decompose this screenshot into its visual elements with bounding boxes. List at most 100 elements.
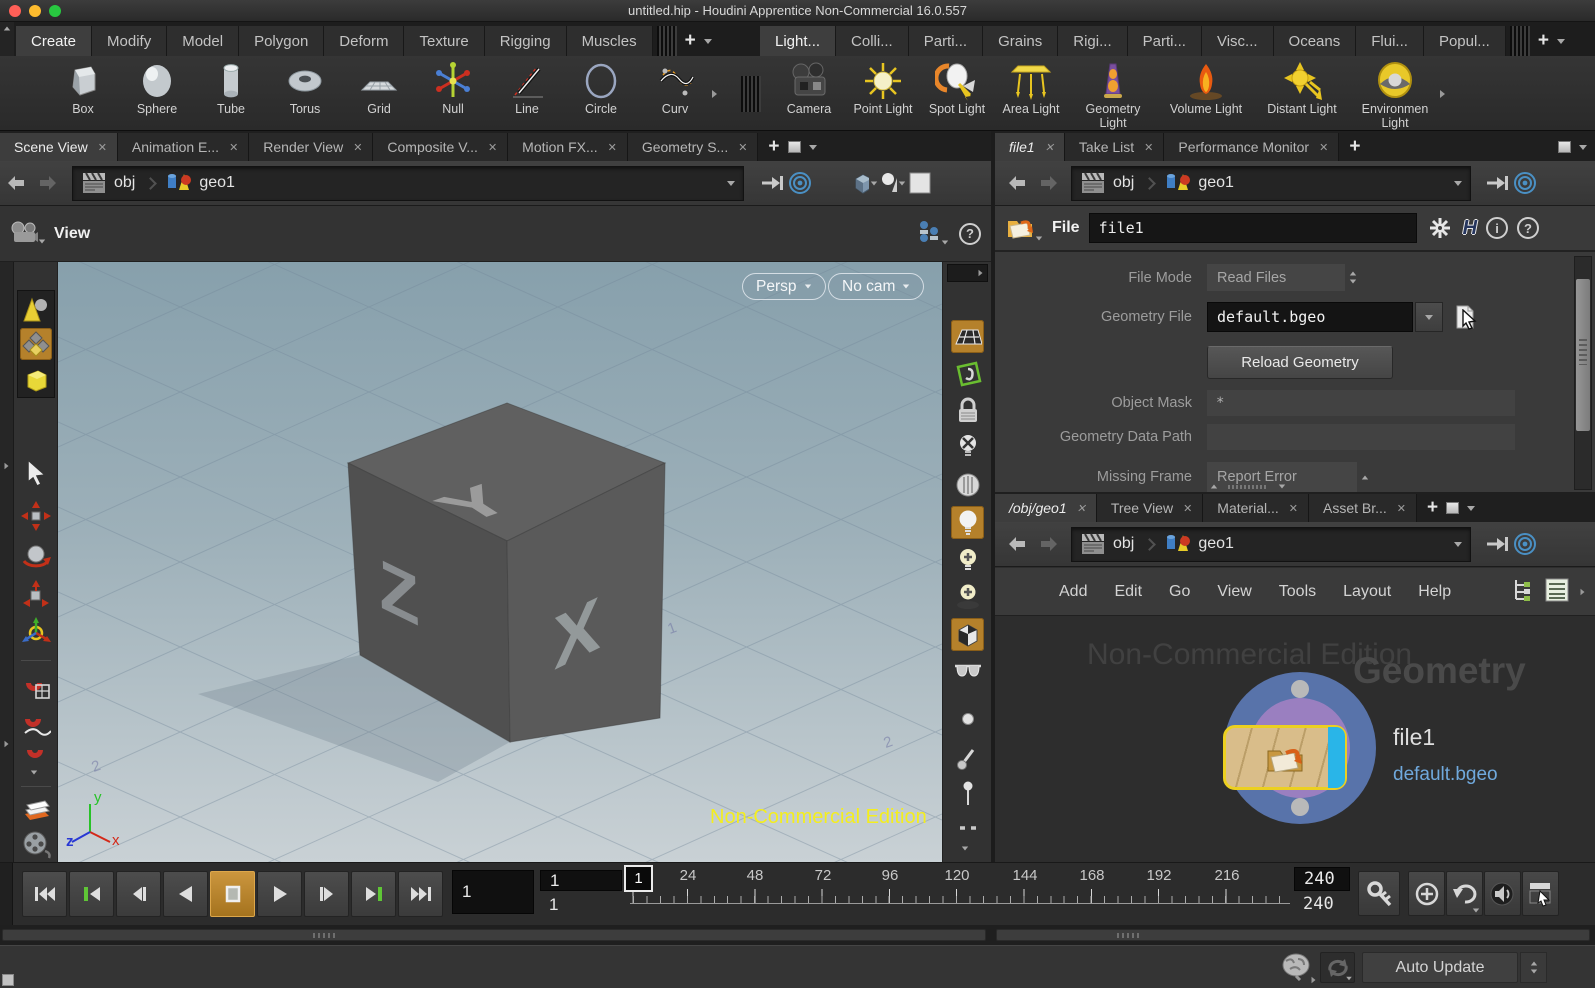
- snap-curve-icon[interactable]: [20, 708, 52, 740]
- geometry-mode-icon[interactable]: [20, 328, 52, 360]
- close-icon[interactable]: ✕: [1183, 502, 1192, 515]
- scale-tool-icon[interactable]: [20, 578, 52, 610]
- help-icon[interactable]: ?: [959, 223, 981, 245]
- go-to-start-button[interactable]: [22, 871, 67, 917]
- view-cube-icon[interactable]: [850, 169, 878, 197]
- shelf-tool-area-light[interactable]: Area Light: [994, 58, 1068, 118]
- dropdown-spinner-icon[interactable]: [1349, 271, 1357, 284]
- collapse-toolbar-icon[interactable]: [951, 812, 984, 845]
- forward-button[interactable]: [1033, 529, 1065, 559]
- follow-selection-icon[interactable]: [786, 169, 814, 197]
- step-forward-button[interactable]: [304, 871, 349, 917]
- toolbar-expand-button[interactable]: [947, 264, 988, 282]
- close-icon[interactable]: ✕: [1397, 502, 1406, 515]
- shelf-tab-create[interactable]: Create: [16, 26, 92, 56]
- add-shelf-tab-button[interactable]: +: [677, 26, 704, 56]
- tab-obj-geo1[interactable]: /obj/geo1✕: [995, 494, 1097, 522]
- shelf-tab-grains[interactable]: Grains: [983, 26, 1058, 56]
- takes-icon[interactable]: [20, 828, 52, 860]
- lock-icon[interactable]: [951, 394, 984, 427]
- shelf-tab-collisions[interactable]: Colli...: [836, 26, 909, 56]
- shelf-tool-volume-light[interactable]: Volume Light: [1158, 58, 1254, 118]
- shelf-tab-polygon[interactable]: Polygon: [239, 26, 324, 56]
- headlight-off-icon[interactable]: [951, 430, 984, 463]
- shelf-tool-environment-light[interactable]: Environmen Light: [1350, 58, 1440, 133]
- pin-icon[interactable]: [758, 169, 786, 197]
- node-flag[interactable]: [1328, 727, 1345, 788]
- close-icon[interactable]: ✕: [1045, 141, 1054, 154]
- shelf-divider[interactable]: [657, 26, 677, 56]
- stop-button[interactable]: [210, 871, 255, 917]
- normal-lighting-icon[interactable]: [951, 506, 984, 539]
- shelf-tool-circle[interactable]: Circle: [564, 58, 638, 118]
- tab-tree-view[interactable]: Tree View✕: [1097, 494, 1203, 522]
- next-keyframe-button[interactable]: [351, 871, 396, 917]
- playhead[interactable]: 1: [624, 865, 653, 892]
- dynamics-mode-icon[interactable]: [20, 363, 52, 395]
- snap-more-icon[interactable]: [20, 742, 52, 766]
- pin-needle-icon[interactable]: [951, 776, 984, 809]
- back-button[interactable]: [1001, 168, 1033, 198]
- network-canvas[interactable]: Non-Commercial Edition Geometry file1 de…: [995, 616, 1595, 862]
- memory-brain-icon[interactable]: [1280, 951, 1314, 984]
- viewer-camera-icon[interactable]: [10, 220, 46, 247]
- scene-breadcrumb[interactable]: obj geo1: [72, 166, 744, 201]
- shelf-menu-caret-right-icon[interactable]: [1557, 39, 1565, 44]
- panel-expander-icon[interactable]: [5, 463, 9, 469]
- breadcrumb-root[interactable]: obj: [1113, 174, 1134, 192]
- translate-tool-icon[interactable]: [20, 500, 52, 532]
- shelf-tool-curve[interactable]: Curv: [638, 58, 712, 118]
- snap-grid-icon[interactable]: [20, 670, 52, 702]
- file1-node[interactable]: [1223, 725, 1347, 790]
- scrollbar-thumb[interactable]: [1576, 279, 1590, 431]
- breadcrumb-caret-icon[interactable]: [727, 181, 735, 186]
- breadcrumb-node[interactable]: geo1: [1198, 174, 1234, 192]
- shelf-divider-right[interactable]: [1510, 26, 1530, 56]
- breadcrumb-caret-icon[interactable]: [1454, 542, 1462, 547]
- minimize-window-button[interactable]: [29, 5, 41, 17]
- network-breadcrumb[interactable]: obj geo1: [1071, 527, 1471, 562]
- memo-icon[interactable]: [20, 794, 52, 826]
- pane-maximize-icon[interactable]: [1558, 141, 1571, 153]
- scoped-channels-button[interactable]: [1408, 871, 1445, 916]
- high-quality-lighting-icon[interactable]: [951, 544, 984, 577]
- close-window-button[interactable]: [9, 5, 21, 17]
- camera-menu-button[interactable]: No cam: [828, 273, 924, 300]
- breadcrumb-root[interactable]: obj: [114, 174, 135, 192]
- help-icon[interactable]: ?: [1517, 217, 1539, 239]
- gear-icon[interactable]: [1426, 214, 1454, 242]
- display-options-icon[interactable]: [951, 656, 984, 689]
- shelf-tool-torus[interactable]: Torus: [268, 58, 342, 118]
- rotate-tool-icon[interactable]: [20, 540, 52, 572]
- fullscreen-window-button[interactable]: [49, 5, 61, 17]
- params-breadcrumb[interactable]: obj geo1: [1071, 166, 1471, 201]
- menu-help[interactable]: Help: [1418, 583, 1451, 601]
- point-marker-icon[interactable]: [951, 702, 984, 735]
- tab-take-list[interactable]: Take List✕: [1065, 133, 1164, 161]
- scrollbar-grip[interactable]: [313, 933, 337, 938]
- menu-tools[interactable]: Tools: [1279, 583, 1316, 601]
- shelf-tool-camera[interactable]: Camera: [772, 58, 846, 118]
- pane-menu-caret-icon[interactable]: [1467, 506, 1475, 511]
- shelf-tab-rigid[interactable]: Rigi...: [1058, 26, 1127, 56]
- shelf-tool-distant-light[interactable]: Distant Light: [1254, 58, 1350, 118]
- breadcrumb-node[interactable]: geo1: [199, 174, 235, 192]
- shelf-tool-geometry-light[interactable]: Geometry Light: [1068, 58, 1158, 133]
- shadows-lighting-icon[interactable]: [951, 580, 984, 613]
- shelf-scroll-icon[interactable]: [4, 27, 10, 31]
- shelf-tool-grid[interactable]: Grid: [342, 58, 416, 118]
- scrollbar-grip[interactable]: [1117, 933, 1141, 938]
- shelf-tab-fluids[interactable]: Flui...: [1356, 26, 1424, 56]
- objects-mode-icon[interactable]: [20, 293, 52, 325]
- snap-menu-caret-icon[interactable]: [31, 771, 37, 775]
- shading-mode-icon[interactable]: [878, 169, 906, 197]
- shelf-tool-line[interactable]: Line: [490, 58, 564, 118]
- corner-grip[interactable]: [2, 974, 14, 986]
- playback-end-value[interactable]: 240: [1294, 893, 1350, 915]
- shelf-tab-viscous[interactable]: Visc...: [1202, 26, 1274, 56]
- layout-single-icon[interactable]: [906, 169, 934, 197]
- close-icon[interactable]: ✕: [353, 141, 362, 154]
- shelf-tab-deform[interactable]: Deform: [324, 26, 404, 56]
- transform-tool-icon[interactable]: [20, 616, 52, 648]
- more-tools-right-icon[interactable]: [1440, 90, 1445, 98]
